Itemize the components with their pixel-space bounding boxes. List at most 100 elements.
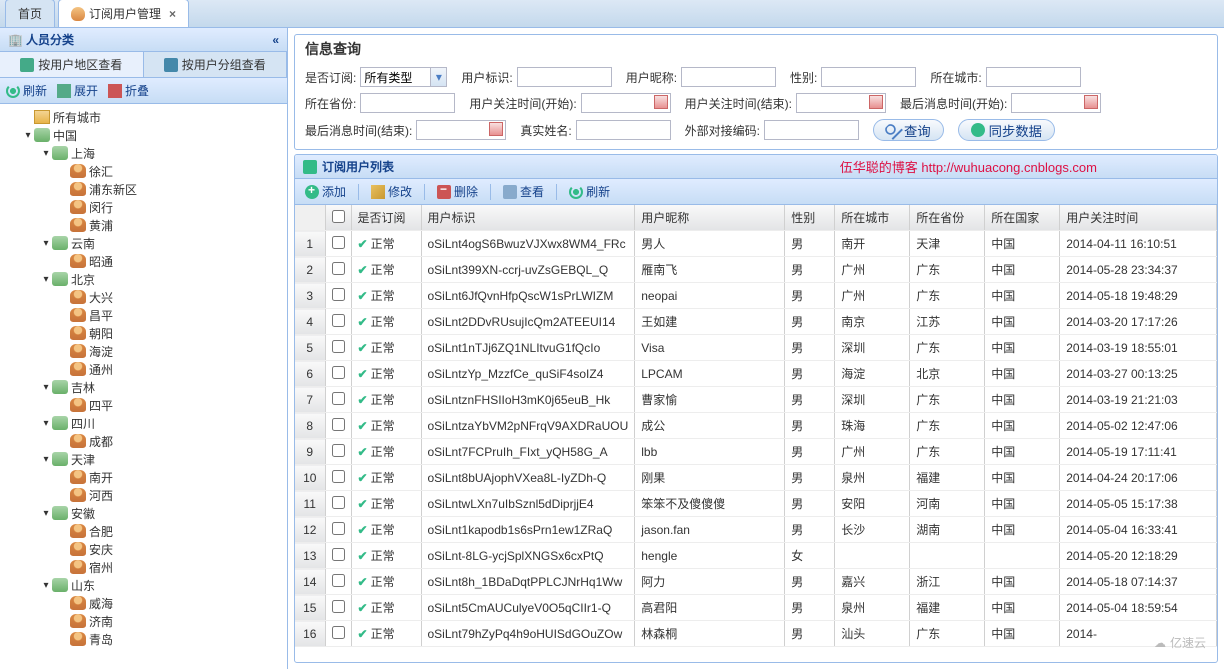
calendar-icon[interactable] — [489, 122, 503, 136]
row-checkbox[interactable] — [332, 366, 345, 379]
tree-label[interactable]: 徐汇 — [89, 163, 113, 180]
tree-label[interactable]: 成都 — [89, 433, 113, 450]
sync-button[interactable]: 同步数据 — [958, 119, 1055, 141]
tree-node[interactable]: 徐汇 — [0, 162, 287, 180]
tree-label[interactable]: 昭通 — [89, 253, 113, 270]
tree-node[interactable]: 昌平 — [0, 306, 287, 324]
tree-label[interactable]: 威海 — [89, 595, 113, 612]
table-row[interactable]: 1✔正常oSiLnt4ogS6BwuzVJXwx8WM4_FRc男人男南开天津中… — [295, 231, 1217, 257]
calendar-icon[interactable] — [654, 95, 668, 109]
add-button[interactable]: 添加 — [301, 181, 350, 202]
tree-node[interactable]: 所有城市 — [0, 108, 287, 126]
row-checkbox[interactable] — [332, 496, 345, 509]
query-button[interactable]: 查询 — [873, 119, 944, 141]
realname-input[interactable] — [576, 120, 671, 140]
row-checkbox[interactable] — [332, 418, 345, 431]
tab-subscribe-manage[interactable]: 订阅用户管理 × — [58, 0, 189, 27]
col-province[interactable]: 所在省份 — [910, 205, 985, 231]
tree-node[interactable]: ▾天津 — [0, 450, 287, 468]
tree-node[interactable]: 成都 — [0, 432, 287, 450]
table-row[interactable]: 11✔正常oSiLntwLXn7uIbSznl5dDiprjjE4笨笨不及傻傻傻… — [295, 491, 1217, 517]
table-row[interactable]: 8✔正常oSiLntzaYbVM2pNFrqV9AXDRaUOU成公男珠海广东中… — [295, 413, 1217, 439]
row-checkbox[interactable] — [332, 574, 345, 587]
table-row[interactable]: 10✔正常oSiLnt8bUAjophVXea8L-IyZDh-Q刚果男泉州福建… — [295, 465, 1217, 491]
collapse-icon[interactable]: « — [272, 33, 279, 47]
tree-toggle[interactable]: ▾ — [40, 273, 52, 285]
table-row[interactable]: 9✔正常oSiLnt7FCPruIh_FIxt_yQH58G_Albb男广州广东… — [295, 439, 1217, 465]
tree-node[interactable]: 朝阳 — [0, 324, 287, 342]
row-checkbox[interactable] — [332, 600, 345, 613]
tree-toggle[interactable]: ▾ — [40, 237, 52, 249]
close-icon[interactable]: × — [169, 7, 176, 21]
tree-node[interactable]: 威海 — [0, 594, 287, 612]
province-input[interactable] — [360, 93, 455, 113]
collapse-button[interactable]: 折叠 — [108, 82, 149, 99]
tree-node[interactable]: 昭通 — [0, 252, 287, 270]
col-city[interactable]: 所在城市 — [835, 205, 910, 231]
col-nickname[interactable]: 用户昵称 — [635, 205, 785, 231]
tree-label[interactable]: 吉林 — [71, 379, 95, 396]
tree-label[interactable]: 山东 — [71, 577, 95, 594]
table-row[interactable]: 14✔正常oSiLnt8h_1BDaDqtPPLCJNrHq1Ww阿力男嘉兴浙江… — [295, 569, 1217, 595]
tree-toggle[interactable]: ▾ — [22, 129, 34, 141]
tree-node[interactable]: 黄浦 — [0, 216, 287, 234]
grid-refresh-button[interactable]: 刷新 — [565, 181, 614, 202]
tree-label[interactable]: 黄浦 — [89, 217, 113, 234]
tree-node[interactable]: ▾吉林 — [0, 378, 287, 396]
external-input[interactable] — [764, 120, 859, 140]
row-checkbox[interactable] — [332, 470, 345, 483]
subscribed-input[interactable] — [360, 67, 430, 87]
tree-label[interactable]: 四川 — [71, 415, 95, 432]
table-row[interactable]: 15✔正常oSiLnt5CmAUCulyeV0O5qCIIr1-Q高君阳男泉州福… — [295, 595, 1217, 621]
tree-label[interactable]: 所有城市 — [53, 109, 101, 126]
refresh-button[interactable]: 刷新 — [6, 82, 47, 99]
col-userid[interactable]: 用户标识 — [421, 205, 635, 231]
table-row[interactable]: 2✔正常oSiLnt399XN-ccrj-uvZsGEBQL_Q雁南飞男广州广东… — [295, 257, 1217, 283]
tree-label[interactable]: 昌平 — [89, 307, 113, 324]
tree-node[interactable]: 合肥 — [0, 522, 287, 540]
tree-node[interactable]: 宿州 — [0, 558, 287, 576]
row-checkbox[interactable] — [332, 262, 345, 275]
tree-label[interactable]: 中国 — [53, 127, 77, 144]
row-checkbox[interactable] — [332, 548, 345, 561]
tree-label[interactable]: 安徽 — [71, 505, 95, 522]
table-row[interactable]: 6✔正常oSiLntzYp_MzzfCe_quSiF4soIZ4LPCAM男海淀… — [295, 361, 1217, 387]
chevron-down-icon[interactable]: ▾ — [430, 67, 447, 87]
tree-label[interactable]: 通州 — [89, 361, 113, 378]
col-subscribed[interactable]: 是否订阅 — [351, 205, 421, 231]
calendar-icon[interactable] — [1084, 95, 1098, 109]
select-all-checkbox[interactable] — [332, 210, 345, 223]
tree-toggle[interactable]: ▾ — [40, 147, 52, 159]
row-checkbox[interactable] — [332, 392, 345, 405]
userid-input[interactable] — [517, 67, 612, 87]
tree-toggle[interactable]: ▾ — [40, 507, 52, 519]
tree-label[interactable]: 北京 — [71, 271, 95, 288]
tree-label[interactable]: 朝阳 — [89, 325, 113, 342]
tree-node[interactable]: ▾四川 — [0, 414, 287, 432]
tree-node[interactable]: 海淀 — [0, 342, 287, 360]
col-followtime[interactable]: 用户关注时间 — [1060, 205, 1217, 231]
col-checkbox[interactable] — [325, 205, 351, 231]
calendar-icon[interactable] — [869, 95, 883, 109]
tree-label[interactable]: 云南 — [71, 235, 95, 252]
tree-label[interactable]: 济南 — [89, 613, 113, 630]
expand-button[interactable]: 展开 — [57, 82, 98, 99]
row-checkbox[interactable] — [332, 288, 345, 301]
tree-node[interactable]: 青岛 — [0, 630, 287, 648]
row-checkbox[interactable] — [332, 444, 345, 457]
tree-node[interactable]: 南开 — [0, 468, 287, 486]
tree-node[interactable]: 闵行 — [0, 198, 287, 216]
subscribed-combo[interactable]: ▾ — [360, 67, 447, 87]
tree-node[interactable]: ▾ 安徽 — [0, 504, 287, 522]
nickname-input[interactable] — [681, 67, 776, 87]
tree-label[interactable]: 宿州 — [89, 559, 113, 576]
tree-label[interactable]: 海淀 — [89, 343, 113, 360]
row-checkbox[interactable] — [332, 626, 345, 639]
row-checkbox[interactable] — [332, 340, 345, 353]
tree-node[interactable]: 安庆 — [0, 540, 287, 558]
tree-node[interactable]: ▾上海 — [0, 144, 287, 162]
table-row[interactable]: 12✔正常oSiLnt1kapodb1s6sPrn1ew1ZRaQjason.f… — [295, 517, 1217, 543]
tree-node[interactable]: ▾ 云南 — [0, 234, 287, 252]
tree-label[interactable]: 大兴 — [89, 289, 113, 306]
table-row[interactable]: 7✔正常oSiLntznFHSIIoH3mK0j65euB_Hk曹家愉男深圳广东… — [295, 387, 1217, 413]
